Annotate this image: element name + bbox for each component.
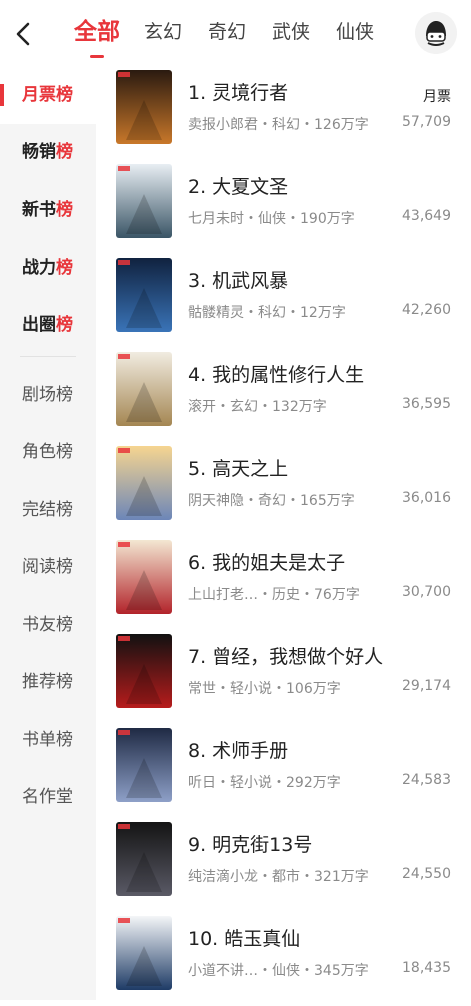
sidebar-item-juchang[interactable]: 剧场榜 [0, 366, 96, 424]
ranking-sidebar: 月票榜 畅销榜 新书榜 战力榜 出圈榜 剧场榜 角色榜 完结榜 阅读榜 书友榜 … [0, 66, 96, 1000]
book-cover[interactable] [116, 258, 172, 332]
book-meta: 七月未时・仙侠・190万字 [188, 211, 355, 227]
book-cover[interactable] [116, 352, 172, 426]
vote-count: 36,016 [402, 490, 451, 506]
book-cover-art [116, 352, 172, 426]
list-item[interactable]: 10. 皓玉真仙小道不讲…・仙侠・345万字 18,435 [96, 912, 471, 1006]
book-cover-art [116, 258, 172, 332]
sidebar-item-shuyou[interactable]: 书友榜 [0, 596, 96, 654]
book-meta: 小道不讲…・仙侠・345万字 [188, 963, 369, 979]
book-title[interactable]: 5. 高天之上 [188, 454, 288, 481]
book-meta: 骷髅精灵・科幻・12万字 [188, 305, 346, 321]
book-cover-art [116, 446, 172, 520]
list-item[interactable]: 6. 我的姐夫是太子上山打老…・历史・76万字 30,700 [96, 536, 471, 630]
sidebar-item-changxiao[interactable]: 畅销榜 [0, 123, 96, 181]
book-title[interactable]: 9. 明克街13号 [188, 830, 312, 857]
vote-count: 57,709 [402, 114, 451, 130]
book-meta: 纯洁滴小龙・都市・321万字 [188, 869, 369, 885]
book-cover[interactable] [116, 70, 172, 144]
sidebar-item-yuepiao[interactable]: 月票榜 [0, 66, 96, 124]
book-title[interactable]: 3. 机武风暴 [188, 266, 288, 293]
book-cover[interactable] [116, 728, 172, 802]
book-cover-art [116, 164, 172, 238]
book-cover-art [116, 728, 172, 802]
book-cover[interactable] [116, 540, 172, 614]
tab-qihuan[interactable]: 奇幻 [208, 12, 246, 52]
avatar-icon [415, 12, 457, 54]
book-title[interactable]: 8. 术师手册 [188, 736, 288, 763]
book-cover-art [116, 916, 172, 990]
list-item[interactable]: 9. 明克街13号纯洁滴小龙・都市・321万字 24,550 [96, 818, 471, 912]
book-cover[interactable] [116, 634, 172, 708]
book-cover-art [116, 822, 172, 896]
sidebar-item-chuquan[interactable]: 出圈榜 [0, 296, 96, 354]
vote-count: 24,550 [402, 866, 451, 882]
list-item[interactable]: 2. 大夏文圣七月未时・仙侠・190万字 43,649 [96, 160, 471, 254]
book-title[interactable]: 6. 我的姐夫是太子 [188, 548, 345, 575]
book-cover[interactable] [116, 916, 172, 990]
tab-wuxia[interactable]: 武侠 [272, 12, 310, 52]
vote-count: 42,260 [402, 302, 451, 318]
user-avatar[interactable] [415, 12, 457, 54]
tab-xianxia[interactable]: 仙侠 [336, 12, 374, 52]
book-meta: 卖报小郎君・科幻・126万字 [188, 117, 369, 133]
sidebar-item-tuijian[interactable]: 推荐榜 [0, 653, 96, 711]
top-header: 全部 玄幻 奇幻 武侠 仙侠 [0, 0, 471, 66]
book-cover-art [116, 70, 172, 144]
book-meta: 阴天神隐・奇幻・165万字 [188, 493, 355, 509]
sidebar-item-yuedu[interactable]: 阅读榜 [0, 538, 96, 596]
vote-count: 29,174 [402, 678, 451, 694]
vote-count: 24,583 [402, 772, 451, 788]
book-cover-art [116, 540, 172, 614]
sidebar-item-mingzuotang[interactable]: 名作堂 [0, 768, 96, 826]
vote-count: 18,435 [402, 960, 451, 976]
book-cover[interactable] [116, 446, 172, 520]
list-item[interactable]: 5. 高天之上阴天神隐・奇幻・165万字 36,016 [96, 442, 471, 536]
vote-count: 30,700 [402, 584, 451, 600]
book-meta: 滚开・玄幻・132万字 [188, 399, 327, 415]
book-cover[interactable] [116, 164, 172, 238]
book-title[interactable]: 1. 灵境行者 [188, 78, 288, 105]
book-meta: 听日・轻小说・292万字 [188, 775, 341, 791]
sidebar-item-zhanli[interactable]: 战力榜 [0, 239, 96, 297]
book-cover[interactable] [116, 822, 172, 896]
book-title[interactable]: 7. 曾经，我想做个好人 [188, 642, 383, 669]
book-ranking-list: 月票 1. 灵境行者 卖报小郎君・科幻・126万字 57,709 2. 大夏文圣 七月未… [96, 66, 471, 1000]
vote-count: 36,595 [402, 396, 451, 412]
sidebar-item-juese[interactable]: 角色榜 [0, 423, 96, 481]
sidebar-item-wanjie[interactable]: 完结榜 [0, 481, 96, 539]
list-item[interactable]: 3. 机武风暴骷髅精灵・科幻・12万字 42,260 [96, 254, 471, 348]
book-title[interactable]: 10. 皓玉真仙 [188, 924, 300, 951]
list-item[interactable]: 8. 术师手册听日・轻小说・292万字 24,583 [96, 724, 471, 818]
tab-all[interactable]: 全部 [74, 12, 120, 52]
sidebar-divider [20, 356, 76, 357]
book-meta: 常世・轻小说・106万字 [188, 681, 341, 697]
category-tabs: 全部 玄幻 奇幻 武侠 仙侠 [74, 12, 400, 52]
list-item[interactable]: 7. 曾经，我想做个好人常世・轻小说・106万字 29,174 [96, 630, 471, 724]
vote-count: 43,649 [402, 208, 451, 224]
book-cover-art [116, 634, 172, 708]
sidebar-item-xinshu[interactable]: 新书榜 [0, 181, 96, 239]
sidebar-item-shudan[interactable]: 书单榜 [0, 711, 96, 769]
tab-xuanhuan[interactable]: 玄幻 [144, 12, 182, 52]
list-item[interactable]: 1. 灵境行者卖报小郎君・科幻・126万字 57,709 [96, 66, 471, 160]
back-arrow-icon[interactable] [10, 18, 38, 50]
book-meta: 上山打老…・历史・76万字 [188, 587, 360, 603]
list-item[interactable]: 4. 我的属性修行人生滚开・玄幻・132万字 36,595 [96, 348, 471, 442]
book-title[interactable]: 4. 我的属性修行人生 [188, 360, 364, 387]
book-title[interactable]: 2. 大夏文圣 [188, 172, 288, 199]
